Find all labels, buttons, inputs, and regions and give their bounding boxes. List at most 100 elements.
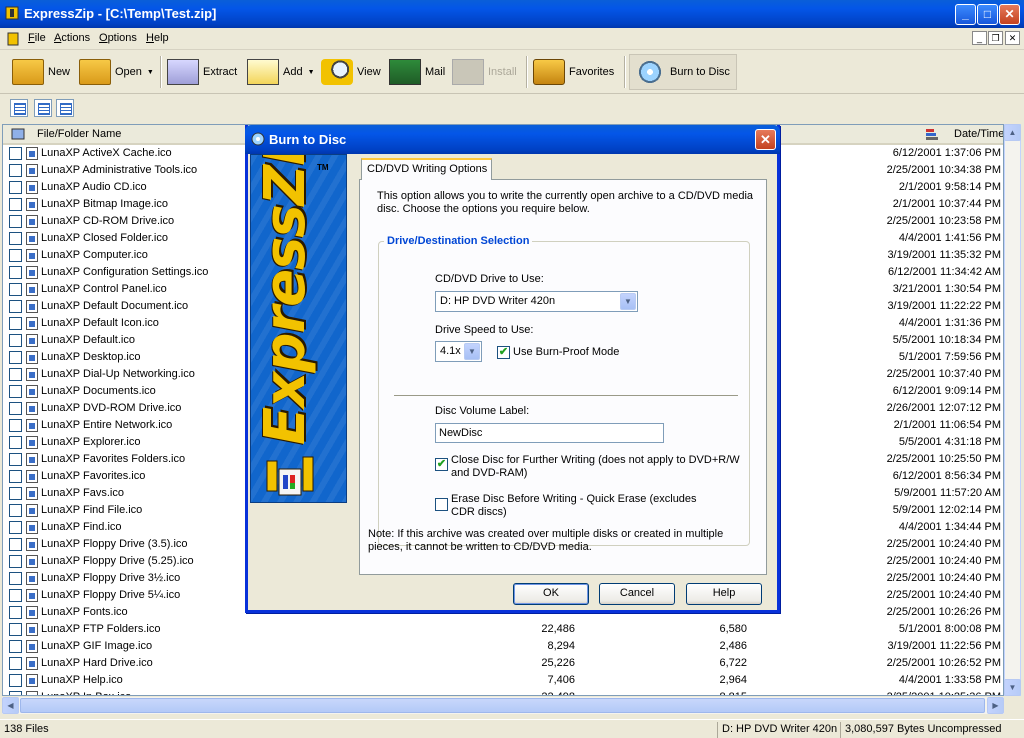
favorites-button[interactable]: Favorites <box>533 54 614 90</box>
menu-options[interactable]: Options <box>99 32 137 44</box>
ok-button[interactable]: OK <box>513 583 589 605</box>
mdi-minimize-button[interactable]: _ <box>972 31 987 45</box>
add-dropdown-icon[interactable]: ▼ <box>308 69 315 76</box>
file-name: LunaXP Favorites.ico <box>41 470 146 482</box>
row-checkbox[interactable] <box>9 317 22 330</box>
column-chooser-icon[interactable] <box>11 127 25 141</box>
row-checkbox[interactable] <box>9 623 22 636</box>
file-icon <box>26 487 38 500</box>
table-row[interactable]: LunaXP FTP Folders.ico 22,486 6,580 5/1/200… <box>3 621 1003 638</box>
extract-button[interactable]: Extract <box>167 54 237 90</box>
column-header-date[interactable]: Date/Time <box>954 128 1003 140</box>
row-checkbox[interactable] <box>9 691 22 695</box>
close-button[interactable]: ✕ <box>999 4 1020 25</box>
install-button[interactable]: Install <box>452 54 517 90</box>
row-checkbox[interactable] <box>9 657 22 670</box>
row-checkbox[interactable] <box>9 181 22 194</box>
row-checkbox[interactable] <box>9 351 22 364</box>
minimize-button[interactable]: _ <box>955 4 976 25</box>
volume-label-input[interactable]: NewDisc <box>435 423 664 443</box>
expresszip-app-icon[interactable] <box>4 5 20 21</box>
row-checkbox[interactable] <box>9 589 22 602</box>
document-icon[interactable] <box>6 32 20 46</box>
scroll-left-icon[interactable]: ◀ <box>2 697 19 714</box>
file-icon <box>26 385 38 398</box>
row-checkbox[interactable] <box>9 521 22 534</box>
row-checkbox[interactable] <box>9 487 22 500</box>
chevron-down-icon[interactable]: ▼ <box>464 343 480 360</box>
row-checkbox[interactable] <box>9 147 22 160</box>
scroll-down-icon[interactable]: ▼ <box>1004 679 1021 696</box>
row-checkbox[interactable] <box>9 402 22 415</box>
burn-to-disc-label: Burn to Disc <box>670 66 730 78</box>
open-button[interactable]: Open ▼ <box>79 54 154 90</box>
menu-actions[interactable]: Actions <box>54 32 90 44</box>
table-row[interactable]: LunaXP Hard Drive.ico 25,226 6,722 2/25/200… <box>3 655 1003 672</box>
mail-button[interactable]: Mail <box>389 54 445 90</box>
row-checkbox[interactable] <box>9 572 22 585</box>
row-checkbox[interactable] <box>9 249 22 262</box>
tab-cd-dvd-writing-options[interactable]: CD/DVD Writing Options <box>361 158 492 180</box>
row-checkbox[interactable] <box>9 300 22 313</box>
row-checkbox[interactable] <box>9 283 22 296</box>
file-icon <box>26 147 38 160</box>
menu-help[interactable]: Help <box>146 32 169 44</box>
row-checkbox[interactable] <box>9 555 22 568</box>
row-checkbox[interactable] <box>9 385 22 398</box>
details-view-icon[interactable] <box>56 99 74 117</box>
row-checkbox[interactable] <box>9 640 22 653</box>
file-icon <box>26 402 38 415</box>
drive-select[interactable]: D: HP DVD Writer 420n ▼ <box>435 291 638 312</box>
cancel-button[interactable]: Cancel <box>599 583 675 605</box>
row-checkbox[interactable] <box>9 674 22 687</box>
row-checkbox[interactable] <box>9 453 22 466</box>
row-checkbox[interactable] <box>9 334 22 347</box>
file-date: 6/12/2001 9:09:14 PM <box>892 385 1001 397</box>
toolbar: New Open ▼ Extract Add ▼ View Mail Insta… <box>0 50 1024 94</box>
row-checkbox[interactable] <box>9 266 22 279</box>
mdi-restore-button[interactable]: ❐ <box>988 31 1003 45</box>
row-checkbox[interactable] <box>9 504 22 517</box>
table-row[interactable]: LunaXP Help.ico 7,406 2,964 4/4/2001 1:33:5… <box>3 672 1003 689</box>
mdi-close-button[interactable]: ✕ <box>1005 31 1020 45</box>
help-button[interactable]: Help <box>686 583 762 605</box>
open-dropdown-icon[interactable]: ▼ <box>147 69 154 76</box>
scroll-right-icon[interactable]: ▶ <box>987 697 1004 714</box>
horizontal-scroll-thumb[interactable] <box>20 698 985 713</box>
file-date: 2/25/2001 10:26:52 PM <box>886 657 1001 669</box>
chevron-down-icon[interactable]: ▼ <box>620 293 636 310</box>
sort-icon[interactable] <box>925 128 939 141</box>
row-checkbox[interactable] <box>9 232 22 245</box>
new-label: New <box>48 66 71 78</box>
view-button[interactable]: View <box>321 54 381 90</box>
scroll-up-icon[interactable]: ▲ <box>1004 124 1021 141</box>
vertical-scrollbar[interactable]: ▲ ▼ <box>1004 124 1021 696</box>
row-checkbox[interactable] <box>9 215 22 228</box>
new-button[interactable]: New <box>12 54 70 90</box>
burn-proof-checkbox[interactable]: ✔ <box>497 346 510 359</box>
table-row[interactable]: LunaXP In Box.ico 22,498 8,815 2/25/2001 10… <box>3 689 1003 695</box>
row-checkbox[interactable] <box>9 368 22 381</box>
column-header-name[interactable]: File/Folder Name <box>37 128 121 140</box>
close-disc-checkbox[interactable]: ✔ <box>435 458 448 471</box>
table-row[interactable]: LunaXP GIF Image.ico 8,294 2,486 3/19/2001 … <box>3 638 1003 655</box>
dialog-close-button[interactable]: ✕ <box>755 129 776 150</box>
maximize-button[interactable]: □ <box>977 4 998 25</box>
horizontal-scrollbar[interactable]: ◀ ▶ <box>2 697 1004 714</box>
row-checkbox[interactable] <box>9 470 22 483</box>
row-checkbox[interactable] <box>9 164 22 177</box>
large-icons-view-icon[interactable] <box>10 99 28 117</box>
row-checkbox[interactable] <box>9 198 22 211</box>
row-checkbox[interactable] <box>9 419 22 432</box>
favorites-briefcase-icon <box>533 59 565 85</box>
add-button[interactable]: Add ▼ <box>247 54 315 90</box>
speed-select[interactable]: 4.1x ▼ <box>435 341 482 362</box>
menu-file[interactable]: File <box>28 32 46 44</box>
list-view-icon[interactable] <box>34 99 52 117</box>
burn-to-disc-button[interactable]: Burn to Disc <box>629 54 737 90</box>
erase-disc-checkbox[interactable] <box>435 498 448 511</box>
row-checkbox[interactable] <box>9 538 22 551</box>
row-checkbox[interactable] <box>9 606 22 619</box>
file-icon <box>26 453 38 466</box>
row-checkbox[interactable] <box>9 436 22 449</box>
